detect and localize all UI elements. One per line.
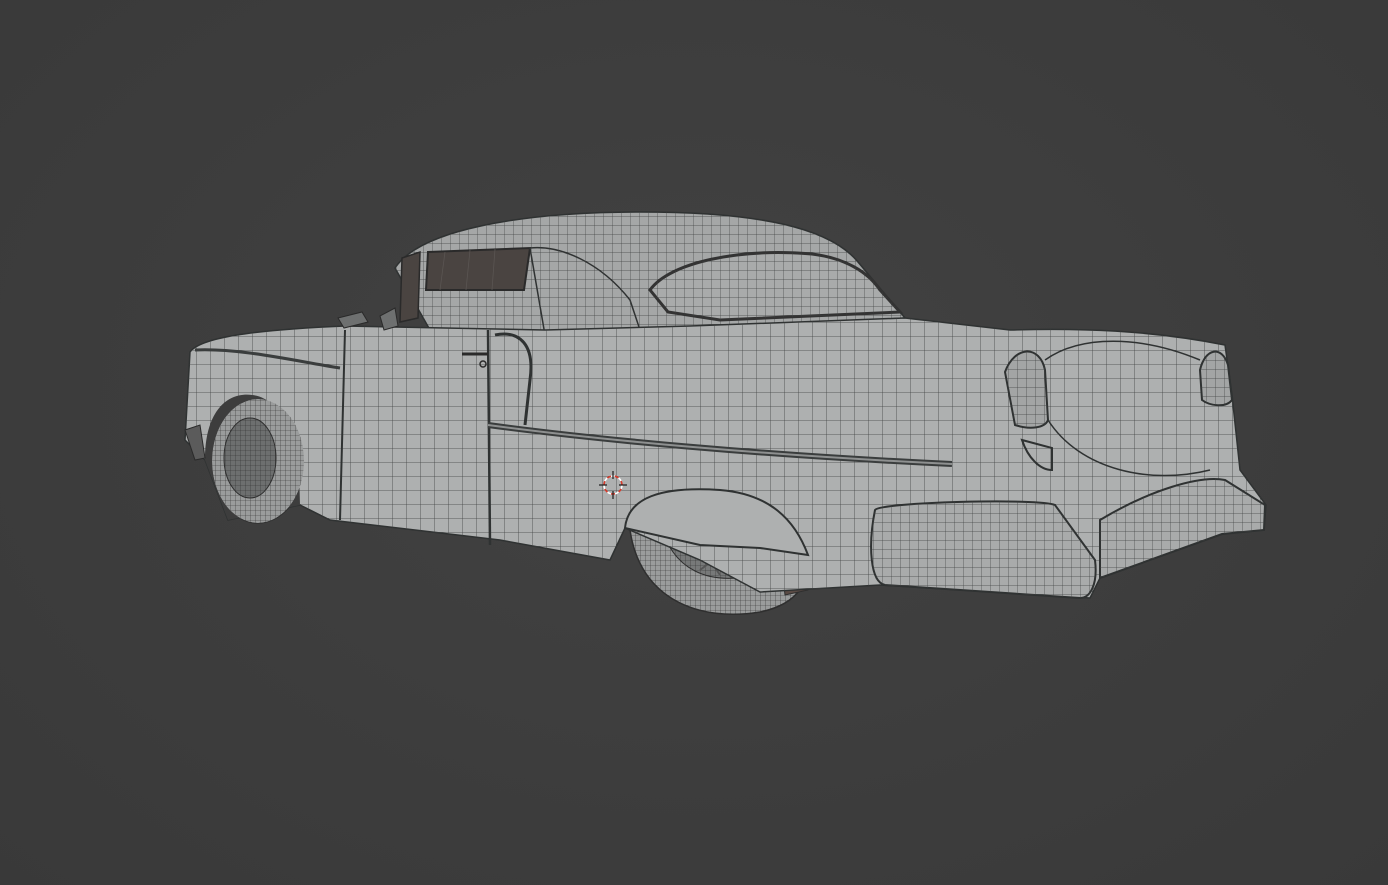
side-window xyxy=(424,246,532,291)
3d-viewport[interactable] xyxy=(0,0,1388,885)
3d-cursor-icon[interactable] xyxy=(597,469,629,501)
car-model[interactable] xyxy=(0,0,1388,885)
car-roof xyxy=(394,211,907,336)
car-body xyxy=(184,307,1267,600)
